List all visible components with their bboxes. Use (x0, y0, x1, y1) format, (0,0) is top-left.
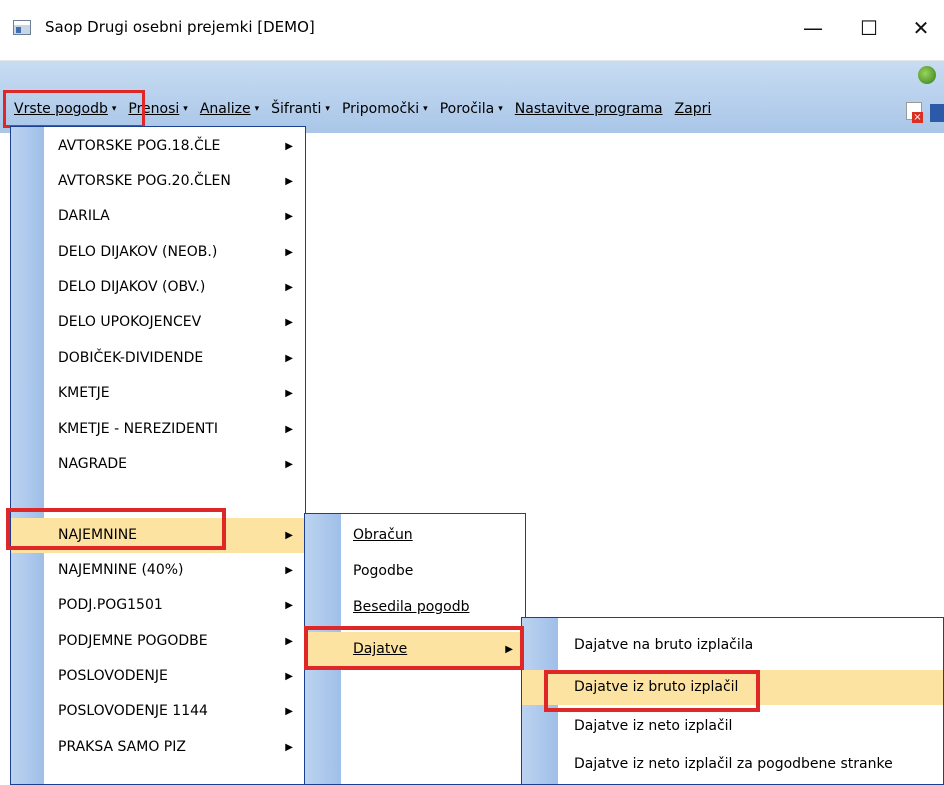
submenu-arrow-icon: ▶ (285, 424, 293, 435)
menu-sifranti[interactable]: Šifranti ▾ (265, 101, 336, 117)
menu-item-label: Besedila pogodb (353, 599, 470, 615)
menu-item-delo-dijakov-obv[interactable]: DELO DIJAKOV (OBV.) ▶ (11, 270, 305, 305)
chevron-down-icon: ▾ (254, 104, 260, 114)
menu-item-dajatve[interactable]: Dajatve ▶ (305, 632, 525, 667)
menu-item-darila[interactable]: DARILA ▶ (11, 199, 305, 234)
menu-item-dajatve-iz-neto-pogodbene[interactable]: Dajatve iz neto izplačil za pogodbene st… (522, 747, 943, 782)
menu-item-label: POSLOVODENJE 1144 (58, 703, 208, 719)
menu-item-avtorske-20[interactable]: AVTORSKE POG.20.ČLEN ▶ (11, 164, 305, 199)
menu-item-label: NAJEMNINE (58, 527, 138, 543)
menu-item-poslovodenje[interactable]: POSLOVODENJE ▶ (11, 659, 305, 694)
menu-label: Zapri (674, 101, 712, 117)
menu-item-podj-pog1501[interactable]: PODJ.POG1501 ▶ (11, 588, 305, 623)
contract-types-menu: AVTORSKE POG.18.ČLE ▶ AVTORSKE POG.20.ČLE… (10, 126, 306, 785)
help-icon[interactable] (918, 66, 936, 84)
menu-item-label: DELO DIJAKOV (OBV.) (58, 279, 206, 295)
menu-item-label: DARILA (58, 208, 110, 224)
menu-item-delo-dijakov-neob[interactable]: DELO DIJAKOV (NEOB.) ▶ (11, 235, 305, 270)
submenu-arrow-icon: ▶ (285, 247, 293, 258)
submenu-arrow-icon: ▶ (285, 742, 293, 753)
menu-pripomocki[interactable]: Pripomočki ▾ (336, 101, 434, 117)
menu-item-label: AVTORSKE POG.18.ČLE (58, 138, 221, 154)
submenu-arrow-icon: ▶ (285, 671, 293, 682)
submenu-arrow-icon: ▶ (285, 317, 293, 328)
menu-item-label: AVTORSKE POG.20.ČLEN (58, 173, 231, 189)
submenu-arrow-icon: ▶ (285, 600, 293, 611)
menu-item-nagrade[interactable]: NAGRADE ▶ (11, 447, 305, 482)
menu-label: Poročila (439, 101, 495, 117)
close-document-icon[interactable] (906, 102, 923, 123)
menu-item-label: Dajatve iz neto izplačil (574, 718, 733, 734)
menu-label: Šifranti (271, 101, 322, 117)
menu-item-label: PRAKSA SAMO PIZ (58, 739, 186, 755)
menu-item-label: KMETJE (58, 385, 110, 401)
menu-item-podjemne-pogodbe[interactable]: PODJEMNE POGODBE ▶ (11, 624, 305, 659)
najemnine-submenu: Obračun Pogodbe Besedila pogodb Dajatve ▶ (304, 513, 526, 785)
menu-label: Pripomočki (341, 101, 420, 117)
submenu-arrow-icon: ▶ (285, 636, 293, 647)
dajatve-submenu: Dajatve na bruto izplačila Dajatve iz br… (521, 617, 944, 785)
menu-item-dajatve-na-bruto[interactable]: Dajatve na bruto izplačila (522, 628, 943, 663)
chevron-down-icon: ▾ (325, 104, 330, 114)
window-title: Saop Drugi osebni prejemki [DEMO] (45, 18, 315, 36)
menu-item-delo-upokojencev[interactable]: DELO UPOKOJENCEV ▶ (11, 305, 305, 340)
submenu-arrow-icon: ▶ (285, 176, 293, 187)
menu-item-label: Dajatve iz neto izplačil za pogodbene st… (574, 756, 893, 772)
menu-item-label: PODJ.POG1501 (58, 597, 163, 613)
menu-item-dobicek-dividende[interactable]: DOBIČEK-DIVIDENDE ▶ (11, 341, 305, 376)
menu-zapri[interactable]: Zapri (669, 101, 718, 117)
menu-label: Analize (199, 101, 251, 117)
menu-item-label: Pogodbe (353, 563, 414, 579)
chevron-down-icon: ▾ (423, 104, 428, 114)
submenu-arrow-icon: ▶ (285, 388, 293, 399)
minimize-button[interactable]: — (790, 12, 836, 44)
menu-item-poslovodenje-1144[interactable]: POSLOVODENJE 1144 ▶ (11, 694, 305, 729)
menu-item-obracun[interactable]: Obračun (305, 518, 525, 553)
menu-item-najemnine[interactable]: NAJEMNINE ▶ (11, 518, 305, 553)
menu-item-dajatve-iz-bruto[interactable]: Dajatve iz bruto izplačil (522, 670, 943, 705)
menu-item-besedila-pogodb[interactable]: Besedila pogodb (305, 590, 525, 625)
menu-analize[interactable]: Analize ▾ (194, 101, 265, 117)
submenu-arrow-icon: ▶ (285, 353, 293, 364)
menu-item-kmetje[interactable]: KMETJE ▶ (11, 376, 305, 411)
menu-item-label: Dajatve na bruto izplačila (574, 637, 754, 653)
chevron-down-icon: ▾ (183, 104, 188, 114)
chevron-down-icon: ▾ (498, 104, 503, 114)
toolbar-options-icon[interactable] (930, 104, 944, 122)
menu-item-label: DELO UPOKOJENCEV (58, 314, 202, 330)
menu-porocila[interactable]: Poročila ▾ (434, 101, 509, 117)
submenu-arrow-icon: ▶ (285, 459, 293, 470)
submenu-arrow-icon: ▶ (285, 282, 293, 293)
menu-item-dajatve-iz-neto[interactable]: Dajatve iz neto izplačil (522, 709, 943, 744)
menu-item-label: Dajatve iz bruto izplačil (574, 679, 739, 695)
menu-item-label: POSLOVODENJE (58, 668, 168, 684)
menu-item-label: NAJEMNINE (40%) (58, 562, 184, 578)
menu-item-label: PODJEMNE POGODBE (58, 633, 208, 649)
title-bar: Saop Drugi osebni prejemki [DEMO] — ☐ ✕ (0, 0, 944, 61)
close-button[interactable]: ✕ (898, 12, 944, 44)
menu-item-label: DOBIČEK-DIVIDENDE (58, 350, 204, 366)
submenu-arrow-icon: ▶ (285, 530, 293, 541)
menu-item-label: Obračun (353, 527, 413, 543)
submenu-arrow-icon: ▶ (285, 565, 293, 576)
menu-item-pogodbe[interactable]: Pogodbe (305, 554, 525, 589)
menu-label: Nastavitve programa (514, 101, 663, 117)
submenu-arrow-icon: ▶ (285, 211, 293, 222)
annotation-highlight-vrste-pogodb (3, 90, 145, 128)
menu-item-label: DELO DIJAKOV (NEOB.) (58, 244, 218, 260)
menu-nastavitve-programa[interactable]: Nastavitve programa (509, 101, 669, 117)
menu-item-label: KMETJE - NEREZIDENTI (58, 421, 218, 437)
menu-item-praksa-samo-piz[interactable]: PRAKSA SAMO PIZ ▶ (11, 730, 305, 765)
menu-item-najemnine-40[interactable]: NAJEMNINE (40%) ▶ (11, 553, 305, 588)
submenu-arrow-icon: ▶ (285, 706, 293, 717)
menu-item-kmetje-nerezidenti[interactable]: KMETJE - NEREZIDENTI ▶ (11, 412, 305, 447)
menu-item-label: Dajatve (353, 641, 408, 657)
maximize-button[interactable]: ☐ (846, 12, 892, 44)
menu-item-label: NAGRADE (58, 456, 128, 472)
submenu-arrow-icon: ▶ (285, 141, 293, 152)
menu-item-avtorske-18[interactable]: AVTORSKE POG.18.ČLE ▶ (11, 129, 305, 164)
submenu-arrow-icon: ▶ (505, 644, 513, 655)
app-icon (13, 20, 31, 35)
